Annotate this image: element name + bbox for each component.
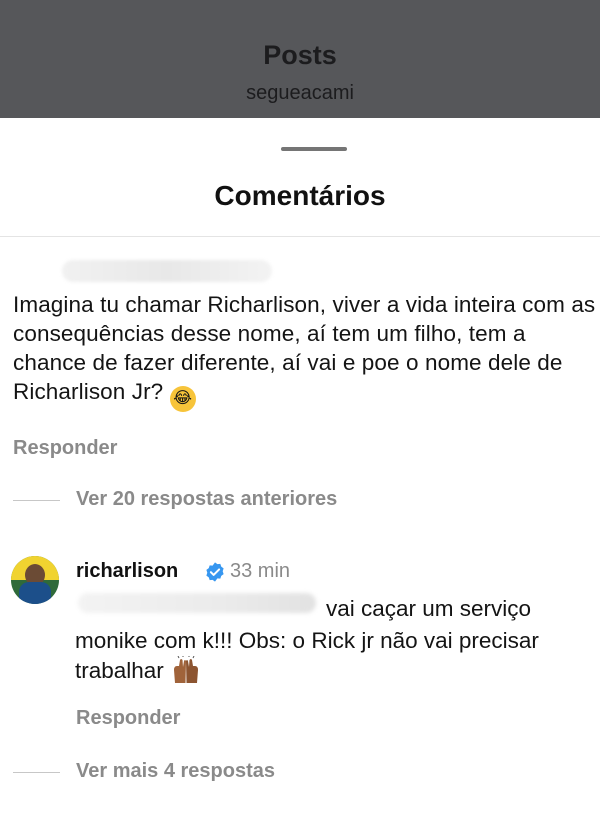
sheet-drag-handle[interactable] [281,147,347,151]
comments-sheet: Comentários Imagina tu chamar Richarliso… [0,118,600,814]
view-previous-replies-button[interactable]: Ver 20 respostas anteriores [76,488,337,511]
reply-text: monike com k!!! Obs: o Rick jr não vai p… [75,626,595,686]
reply-timestamp: 33 min [230,560,291,582]
raising-hands-emoji-icon [174,656,199,683]
comment-text: Imagina tu chamar Richarlison, viver a v… [13,290,598,412]
reply-body: monike com k!!! Obs: o Rick jr não vai p… [75,628,539,683]
page-title: Posts [263,40,337,70]
comment-body: Imagina tu chamar Richarlison, viver a v… [13,292,596,404]
background-post-header: Posts segueacami [0,0,600,118]
reply-button[interactable]: Responder [76,707,180,730]
verified-badge-icon [206,562,224,582]
reply-username[interactable]: richarlison [76,560,178,583]
avatar[interactable] [11,556,59,604]
reply-button[interactable]: Responder [13,437,117,460]
blurred-comment-author [62,260,272,282]
replies-line-divider [13,772,60,773]
replies-line-divider [13,500,60,501]
header-divider [0,236,600,237]
page-subtitle-username[interactable]: segueacami [0,82,600,105]
blurred-mention [78,593,316,613]
view-more-replies-button[interactable]: Ver mais 4 respostas [76,760,275,783]
laughing-emoji-icon: 😂 [169,386,196,412]
sheet-title: Comentários [214,180,386,211]
reply-text-first-line: vai caçar um serviço [326,596,532,621]
